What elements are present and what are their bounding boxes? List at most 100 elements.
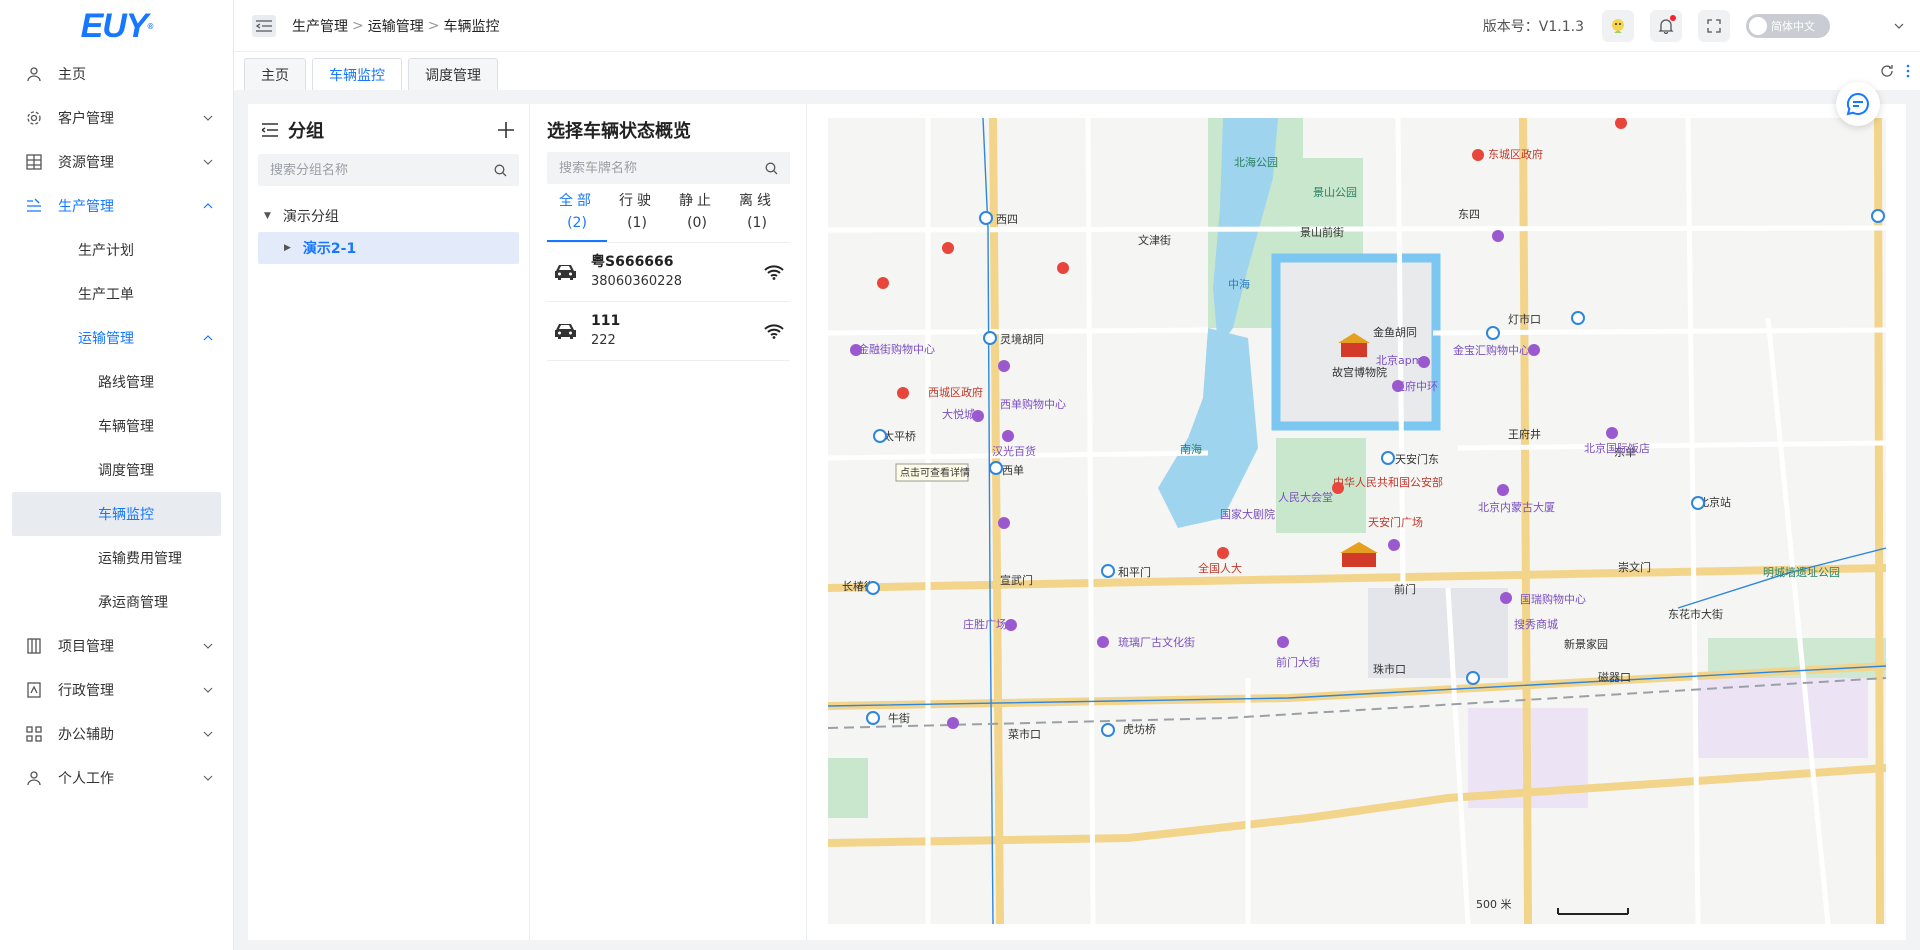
map-label: 全国人大 (1198, 561, 1242, 575)
shopping-icon (1418, 356, 1430, 368)
map-label: 搜秀商城 (1514, 617, 1558, 631)
map-label: 虎坊桥 (1123, 722, 1156, 736)
vehicle-list-item[interactable]: 粤S666666 38060360228 (547, 243, 790, 302)
sidebar-item-label: 生产管理 (58, 199, 114, 215)
group-search-input[interactable] (270, 162, 494, 178)
map-label: 灯市口 (1508, 312, 1541, 326)
sidebar-item-label: 运输费用管理 (98, 551, 182, 567)
sidebar-item-admin[interactable]: 行政管理 (0, 668, 233, 712)
sidebar-item-home[interactable]: 主页 (0, 52, 233, 96)
chat-float-button[interactable] (1836, 82, 1880, 126)
status-tabs: 全部 (2) 行驶 (1) 静止 (0) 离线 (1) (547, 190, 790, 243)
status-tab-count: (1) (747, 215, 767, 231)
vehicle-list-item[interactable]: 111 222 (547, 302, 790, 361)
map-label: 西城区政府 (928, 385, 983, 399)
map-tooltip[interactable]: 点击可查看详情 (895, 463, 970, 482)
fullscreen-button[interactable] (1698, 10, 1730, 42)
map-canvas[interactable]: 北海公园 景山公园 故宫博物院 中海 南海 景山前街 文津街 西四 灵境胡同 西… (828, 118, 1886, 924)
notification-dot (1670, 15, 1676, 21)
sidebar-item-label: 客户管理 (58, 111, 114, 127)
status-tab-label: 全部 (559, 193, 595, 209)
collapse-sidebar-button[interactable] (252, 14, 276, 37)
map-label: 磁器口 (1598, 671, 1631, 684)
sidebar-item-carriers[interactable]: 承运商管理 (0, 580, 233, 624)
metro-station-icon (1871, 209, 1885, 223)
map-label: 前门大街 (1276, 655, 1320, 669)
shopping-icon (1492, 230, 1504, 242)
status-tab-offline[interactable]: 离线 (1) (727, 190, 787, 242)
map-label: 王府井 (1508, 427, 1541, 441)
sidebar-item-transport[interactable]: 运输管理 (0, 316, 233, 360)
status-tab-driving[interactable]: 行驶 (1) (607, 190, 667, 242)
search-icon[interactable] (765, 162, 778, 175)
status-tab-all[interactable]: 全部 (2) (547, 190, 607, 242)
chevron-down-icon (203, 685, 213, 695)
map-label: 灵境胡同 (1000, 332, 1044, 346)
notification-button[interactable] (1650, 10, 1682, 42)
search-icon[interactable] (494, 164, 507, 177)
more-icon[interactable] (1906, 64, 1910, 78)
add-group-icon[interactable] (497, 121, 515, 139)
sidebar-item-projects[interactable]: 项目管理 (0, 624, 233, 668)
sidebar-item-production[interactable]: 生产管理 (0, 184, 233, 228)
poi-pin-icon (942, 242, 954, 254)
group-search (258, 154, 519, 186)
sidebar-item-dispatch[interactable]: 调度管理 (0, 448, 233, 492)
metro-station-icon (1101, 564, 1115, 578)
toggle-knob (1749, 17, 1767, 35)
chevron-up-icon (203, 333, 213, 343)
caret-right-icon[interactable]: ▶ (284, 243, 291, 253)
tab-vehicle-monitor[interactable]: 车辆监控 (312, 58, 402, 90)
poi-pin-icon (1217, 547, 1229, 559)
map-label: 金融街购物中心 (858, 342, 935, 356)
breadcrumb-item[interactable]: 运输管理 (368, 16, 424, 36)
avatar[interactable] (1602, 10, 1634, 42)
grid-icon (26, 154, 42, 170)
shopping-icon (1392, 380, 1404, 392)
refresh-icon[interactable] (1880, 64, 1894, 78)
chevron-down-icon (203, 113, 213, 123)
caret-down-icon[interactable]: ▼ (264, 211, 271, 221)
shopping-icon (1500, 592, 1512, 604)
vehicle-search-input[interactable] (559, 160, 765, 176)
map-label: 国瑞购物中心 (1520, 592, 1586, 606)
metro-station-icon (983, 331, 997, 345)
sidebar-item-routes[interactable]: 路线管理 (0, 360, 233, 404)
sidebar-item-label: 运输管理 (78, 331, 134, 347)
sidebar-item-resources[interactable]: 资源管理 (0, 140, 233, 184)
group-title: 分组 (288, 121, 324, 142)
avatar-icon (1612, 19, 1624, 33)
sidebar-item-work-order[interactable]: 生产工单 (0, 272, 233, 316)
tab-home[interactable]: 主页 (244, 58, 306, 90)
breadcrumb-item[interactable]: 生产管理 (292, 16, 348, 36)
sidebar-item-production-plan[interactable]: 生产计划 (0, 228, 233, 272)
user-menu[interactable] (1850, 10, 1920, 42)
page-tabs: 主页 车辆监控 调度管理 (234, 52, 1920, 90)
map-label: 景山前街 (1300, 225, 1344, 239)
chevron-down-icon (203, 641, 213, 651)
sidebar-item-vehicles[interactable]: 车辆管理 (0, 404, 233, 448)
map-view[interactable]: 北海公园 景山公园 故宫博物院 中海 南海 景山前街 文津街 西四 灵境胡同 西… (828, 118, 1886, 924)
shopping-icon (1606, 427, 1618, 439)
status-tab-stopped[interactable]: 静止 (0) (667, 190, 727, 242)
sidebar-item-office[interactable]: 办公辅助 (0, 712, 233, 756)
breadcrumb-separator-icon: > (427, 17, 440, 34)
map-label: 500 米 (1476, 898, 1512, 911)
metro-station-icon (866, 581, 880, 595)
map-label: 天安门广场 (1368, 515, 1423, 529)
breadcrumb-item: 车辆监控 (443, 18, 500, 35)
language-toggle[interactable]: 简体中文 (1746, 14, 1830, 38)
tree-node-label: 演示分组 (282, 209, 339, 225)
map-label: 庄胜广场 (963, 617, 1007, 631)
tree-node-selected[interactable]: ▶ 演示2-1 (258, 232, 519, 264)
sidebar: EUY ® 主页 客户管理 资源管理 生产管理 生产计划 生产工单 运输管理 路线… (0, 0, 234, 950)
tab-dispatch[interactable]: 调度管理 (408, 58, 498, 90)
tree-node[interactable]: ▼ 演示分组 (258, 200, 519, 232)
sidebar-item-label: 主页 (58, 67, 86, 83)
sidebar-item-vehicle-monitor[interactable]: 车辆监控 (12, 492, 221, 536)
sidebar-item-personal[interactable]: 个人工作 (0, 756, 233, 800)
car-icon (553, 322, 579, 340)
sidebar-item-customers[interactable]: 客户管理 (0, 96, 233, 140)
sidebar-item-transport-fees[interactable]: 运输费用管理 (0, 536, 233, 580)
vehicle-plate: 粤S666666 (591, 254, 674, 270)
